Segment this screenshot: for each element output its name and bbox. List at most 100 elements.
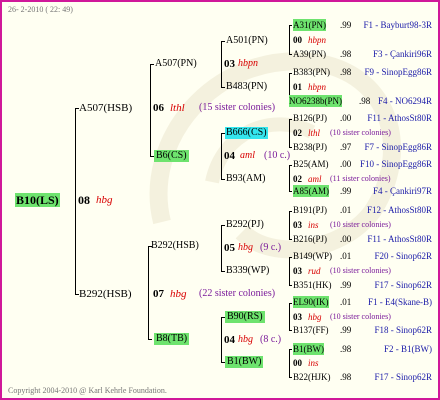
- g4-score: .01: [340, 297, 352, 307]
- g4-num: 02: [293, 128, 302, 138]
- g4-location: F1 - E4(Skane-B): [368, 297, 432, 307]
- g4-num: 01: [293, 82, 302, 92]
- g4-score: .98: [340, 49, 352, 59]
- g4-line: hbpn: [308, 35, 326, 45]
- g3-6-line: hbg: [238, 334, 253, 345]
- g3-2-line: aml: [240, 150, 255, 161]
- g4-score: .98: [340, 372, 352, 382]
- g4-location: F1 - Bayburt98-3R: [363, 20, 433, 30]
- g1-1-num: 07: [153, 288, 164, 300]
- g3-4-name[interactable]: B292(PJ): [226, 219, 264, 231]
- g4-score: .99: [340, 280, 352, 290]
- g4-name: B1(BW): [293, 343, 324, 355]
- g2-2-name: B292(HSB): [151, 240, 199, 251]
- g4-score: .00: [340, 159, 352, 169]
- g3-2-note: (10 c.): [264, 150, 291, 161]
- g3-3-name[interactable]: B93(AM): [226, 173, 265, 185]
- g4-name: B216(PJ): [293, 234, 328, 244]
- g4-note: (11 sister colonies): [330, 174, 391, 183]
- g4-score: .00: [340, 113, 352, 123]
- g4-line: aml: [308, 174, 322, 184]
- g4-name: A31(PN): [293, 19, 326, 31]
- g3-2-num: 04: [224, 150, 235, 162]
- g1-0-num: 06: [153, 102, 164, 114]
- g4-name: A85(AM): [293, 185, 329, 197]
- g4-score: .01: [340, 251, 352, 261]
- g4-line: rud: [308, 266, 321, 276]
- g4-line: hbpn: [308, 82, 326, 92]
- g4-location: F17 - Sinop62R: [374, 372, 432, 382]
- g4-location: F9 - SinopEgg86R: [364, 67, 432, 77]
- g3-1-name[interactable]: B483(PN): [226, 81, 267, 93]
- g2-1-name: B6(CS): [154, 150, 189, 162]
- g3-5-name[interactable]: B339(WP): [226, 265, 269, 277]
- g4-name: B22(HJK): [293, 372, 331, 382]
- g4-num: 02: [293, 174, 302, 184]
- g4-num: 03: [293, 312, 302, 322]
- g1-0-note: (15 sister colonies): [199, 102, 276, 113]
- g4-num: 03: [293, 266, 302, 276]
- g4-location: F7 - SinopEgg86R: [364, 142, 432, 152]
- g4-location: F2 - B1(BW): [384, 344, 432, 354]
- copyright-footer: Copyright 2004-2010 @ Karl Kehrle Founda…: [8, 386, 167, 395]
- root-name: B10(LS): [15, 193, 60, 207]
- g3-4-num: 05: [224, 242, 235, 254]
- g4-name: B149(WP): [293, 251, 332, 261]
- g3-4-note: (9 c.): [260, 242, 282, 253]
- g4-location: F4 - Çankiri97R: [372, 186, 432, 196]
- g3-6-note: (8 c.): [260, 334, 282, 345]
- g3-0-name[interactable]: A501(PN): [226, 35, 268, 47]
- g4-score: .98: [359, 96, 371, 106]
- g1-0-name: A507(HSB): [79, 102, 133, 114]
- g4-score: .00: [340, 234, 352, 244]
- timestamp: 26- 2-2010 ( 22: 49): [8, 5, 73, 14]
- g4-name: B25(AM): [293, 159, 329, 169]
- g4-line: ins: [308, 358, 319, 368]
- g4-name: EL90(IK): [293, 296, 329, 308]
- g4-score: .99: [340, 20, 352, 30]
- g2-0-name: A507(PN): [155, 58, 197, 69]
- g4-location: F11 - AthosSt80R: [367, 234, 432, 244]
- g3-0-num: 03: [224, 58, 235, 70]
- g4-location: F4 - NO6294R: [377, 96, 432, 106]
- g4-location: F17 - Sinop62R: [374, 280, 432, 290]
- g4-location: F11 - AthosSt80R: [367, 113, 432, 123]
- g4-score: .98: [340, 344, 352, 354]
- g1-1-line: hbg: [170, 288, 187, 300]
- g4-name: B238(PJ): [293, 142, 328, 152]
- g4-note: (10 sister colonies): [330, 312, 391, 321]
- g4-score: .99: [340, 325, 352, 335]
- g4-location: F18 - Sinop62R: [374, 325, 432, 335]
- root-num: 08: [78, 193, 90, 207]
- g4-name: B383(PN): [293, 67, 331, 77]
- g3-6-name[interactable]: B90(RS): [225, 311, 265, 323]
- g4-name: B191(PJ): [293, 205, 328, 215]
- g4-location: F3 - Çankiri96R: [372, 49, 432, 59]
- g3-2-name[interactable]: B666(CS): [225, 127, 268, 139]
- g4-name: B351(HK): [293, 280, 332, 290]
- g3-7-name[interactable]: B1(BW): [225, 356, 264, 368]
- g4-line: ins: [308, 220, 319, 230]
- g3-6-num: 04: [224, 334, 235, 346]
- g4-num: 00: [293, 35, 302, 45]
- g1-1-note: (22 sister colonies): [199, 288, 276, 299]
- g1-0-line: lthl: [170, 102, 185, 114]
- g4-location: F12 - AthosSt80R: [366, 205, 432, 215]
- g4-location: F20 - Sinop62R: [374, 251, 432, 261]
- g4-score: .01: [340, 205, 352, 215]
- g1-1-name: B292(HSB): [79, 288, 132, 300]
- g4-score: .97: [340, 142, 352, 152]
- g4-name: A39(PN): [293, 49, 326, 59]
- g4-note: (10 sister colonies): [330, 266, 391, 275]
- g2-3-name: B8(TB): [154, 333, 190, 345]
- g4-num: 00: [293, 358, 302, 368]
- g4-num: 03: [293, 220, 302, 230]
- g4-name: NO6238b(PN): [289, 95, 342, 107]
- g4-note: (10 sister colonies): [330, 220, 391, 229]
- g4-score: .98: [340, 67, 352, 77]
- g3-4-line: hbg: [238, 242, 253, 253]
- pedigree-frame: 26- 2-2010 ( 22: 49) Copyright 2004-2010…: [0, 0, 440, 400]
- g3-0-line: hbpn: [238, 58, 258, 69]
- root-line: hbg: [96, 194, 113, 206]
- g4-line: hbg: [308, 312, 322, 322]
